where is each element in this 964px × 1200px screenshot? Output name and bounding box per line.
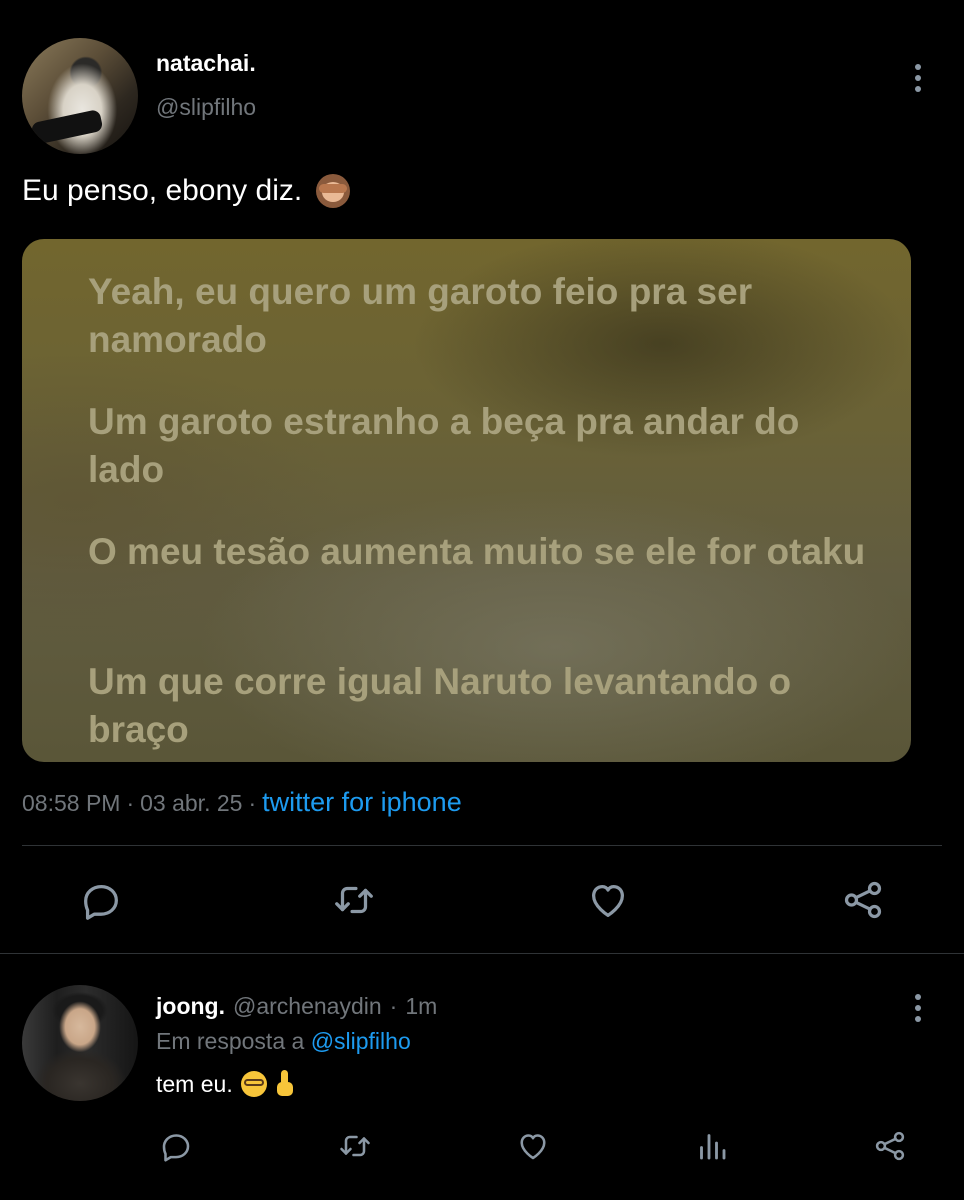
reply-header: joong. @archenaydin · 1m [156,993,437,1020]
see-no-evil-monkey-icon [316,174,351,208]
author-handle[interactable]: @slipfilho [156,94,256,121]
divider [22,845,942,846]
retweet-icon[interactable] [337,1128,373,1164]
nerd-face-icon [240,1071,267,1097]
more-options-icon[interactable] [906,62,930,94]
divider [0,953,964,954]
lyric-line: Um garoto estranho a beça pra andar do l… [88,401,800,490]
tweet-text: Eu penso, ebony diz. [22,174,351,208]
reply-age: 1m [405,993,438,1019]
meta-separator: · [389,993,398,1019]
views-icon[interactable] [694,1128,730,1164]
reply-mention-link[interactable]: @slipfilho [311,1028,411,1054]
reply-text-content: tem eu. [156,1070,233,1097]
reply-author-name[interactable]: joong. [156,993,225,1020]
meta-separator: · [248,790,257,816]
more-options-icon[interactable] [906,992,930,1024]
reply-prefix: Em resposta a [156,1028,305,1054]
lyric-line: Um que corre igual Naruto levantando o b… [88,661,792,750]
tweet-source-link[interactable]: twitter for iphone [262,787,462,818]
reply-icon[interactable] [78,877,124,923]
tweet-media-image[interactable]: Yeah, eu quero um garoto feio pra ser na… [22,239,911,762]
index-pointing-up-icon [275,1070,295,1098]
lyric-line: O meu tesão aumenta muito se ele for ota… [88,531,866,572]
reply-author-avatar[interactable] [22,985,138,1101]
retweet-icon[interactable] [331,877,377,923]
tweet-text-content: Eu penso, ebony diz. [22,174,303,207]
author-avatar[interactable] [22,38,138,154]
tweet-date: 03 abr. 25 [140,790,243,816]
share-icon[interactable] [840,877,886,923]
like-icon[interactable] [585,877,631,923]
tweet-time: 08:58 PM [22,790,121,816]
share-icon[interactable] [872,1128,908,1164]
tweet-metadata: 08:58 PM · 03 abr. 25 · twitter for ipho… [22,787,462,818]
like-icon[interactable] [515,1128,551,1164]
author-name[interactable]: natachai. [156,50,256,77]
replying-to-line: Em resposta a @slipfilho [156,1028,411,1055]
meta-separator: · [126,790,135,816]
reply-icon[interactable] [158,1128,194,1164]
lyric-line: Yeah, eu quero um garoto feio pra ser na… [88,271,753,360]
reply-author-handle[interactable]: @archenaydin [233,993,382,1020]
reply-text: tem eu. [156,1070,295,1098]
